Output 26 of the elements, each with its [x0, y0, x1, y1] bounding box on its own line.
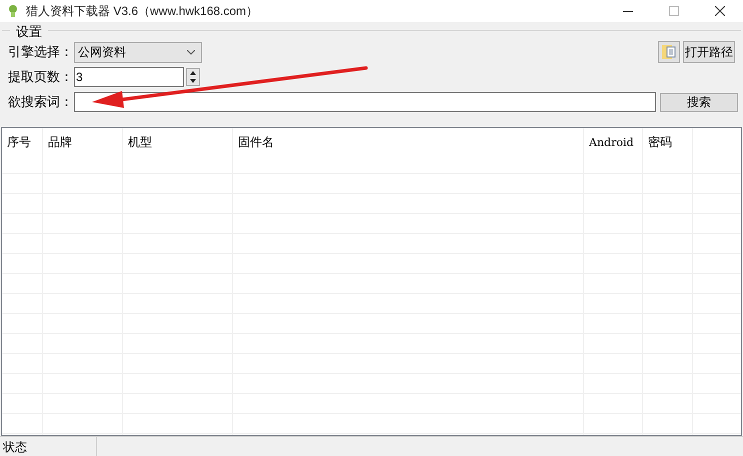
keyword-input[interactable]: [74, 92, 656, 112]
engine-dropdown[interactable]: 公网资料: [74, 42, 202, 62]
pages-input[interactable]: 3: [74, 67, 184, 87]
status-text: 状态: [0, 437, 97, 456]
document-folder-icon: [662, 44, 676, 60]
column-header[interactable]: 固件名: [238, 135, 274, 149]
search-button[interactable]: 搜索: [660, 92, 738, 112]
column-header[interactable]: 品牌: [48, 135, 72, 149]
down-triangle-icon: [190, 79, 196, 83]
column-header[interactable]: 密码: [648, 135, 672, 149]
field-label: 引擎选择：: [8, 43, 74, 62]
field-label: 欲搜索词：: [8, 93, 74, 112]
minimize-icon: [623, 10, 633, 12]
field-label: 提取页数：: [8, 68, 74, 86]
column-header[interactable]: 序号: [7, 135, 31, 149]
folder-button[interactable]: [658, 41, 680, 63]
window-title: 猎人资料下载器 V3.6（www.hwk168.com）: [26, 3, 258, 20]
spin-button[interactable]: [186, 68, 200, 86]
close-icon: [715, 6, 725, 16]
up-triangle-icon: [190, 71, 196, 75]
column-header[interactable]: Android: [589, 136, 634, 149]
chevron-icon: [187, 50, 195, 54]
open-path-button[interactable]: 打开路径: [683, 41, 735, 63]
column-header[interactable]: 机型: [128, 135, 152, 149]
app-icon: [6, 4, 20, 18]
maximize-icon: [669, 6, 679, 16]
